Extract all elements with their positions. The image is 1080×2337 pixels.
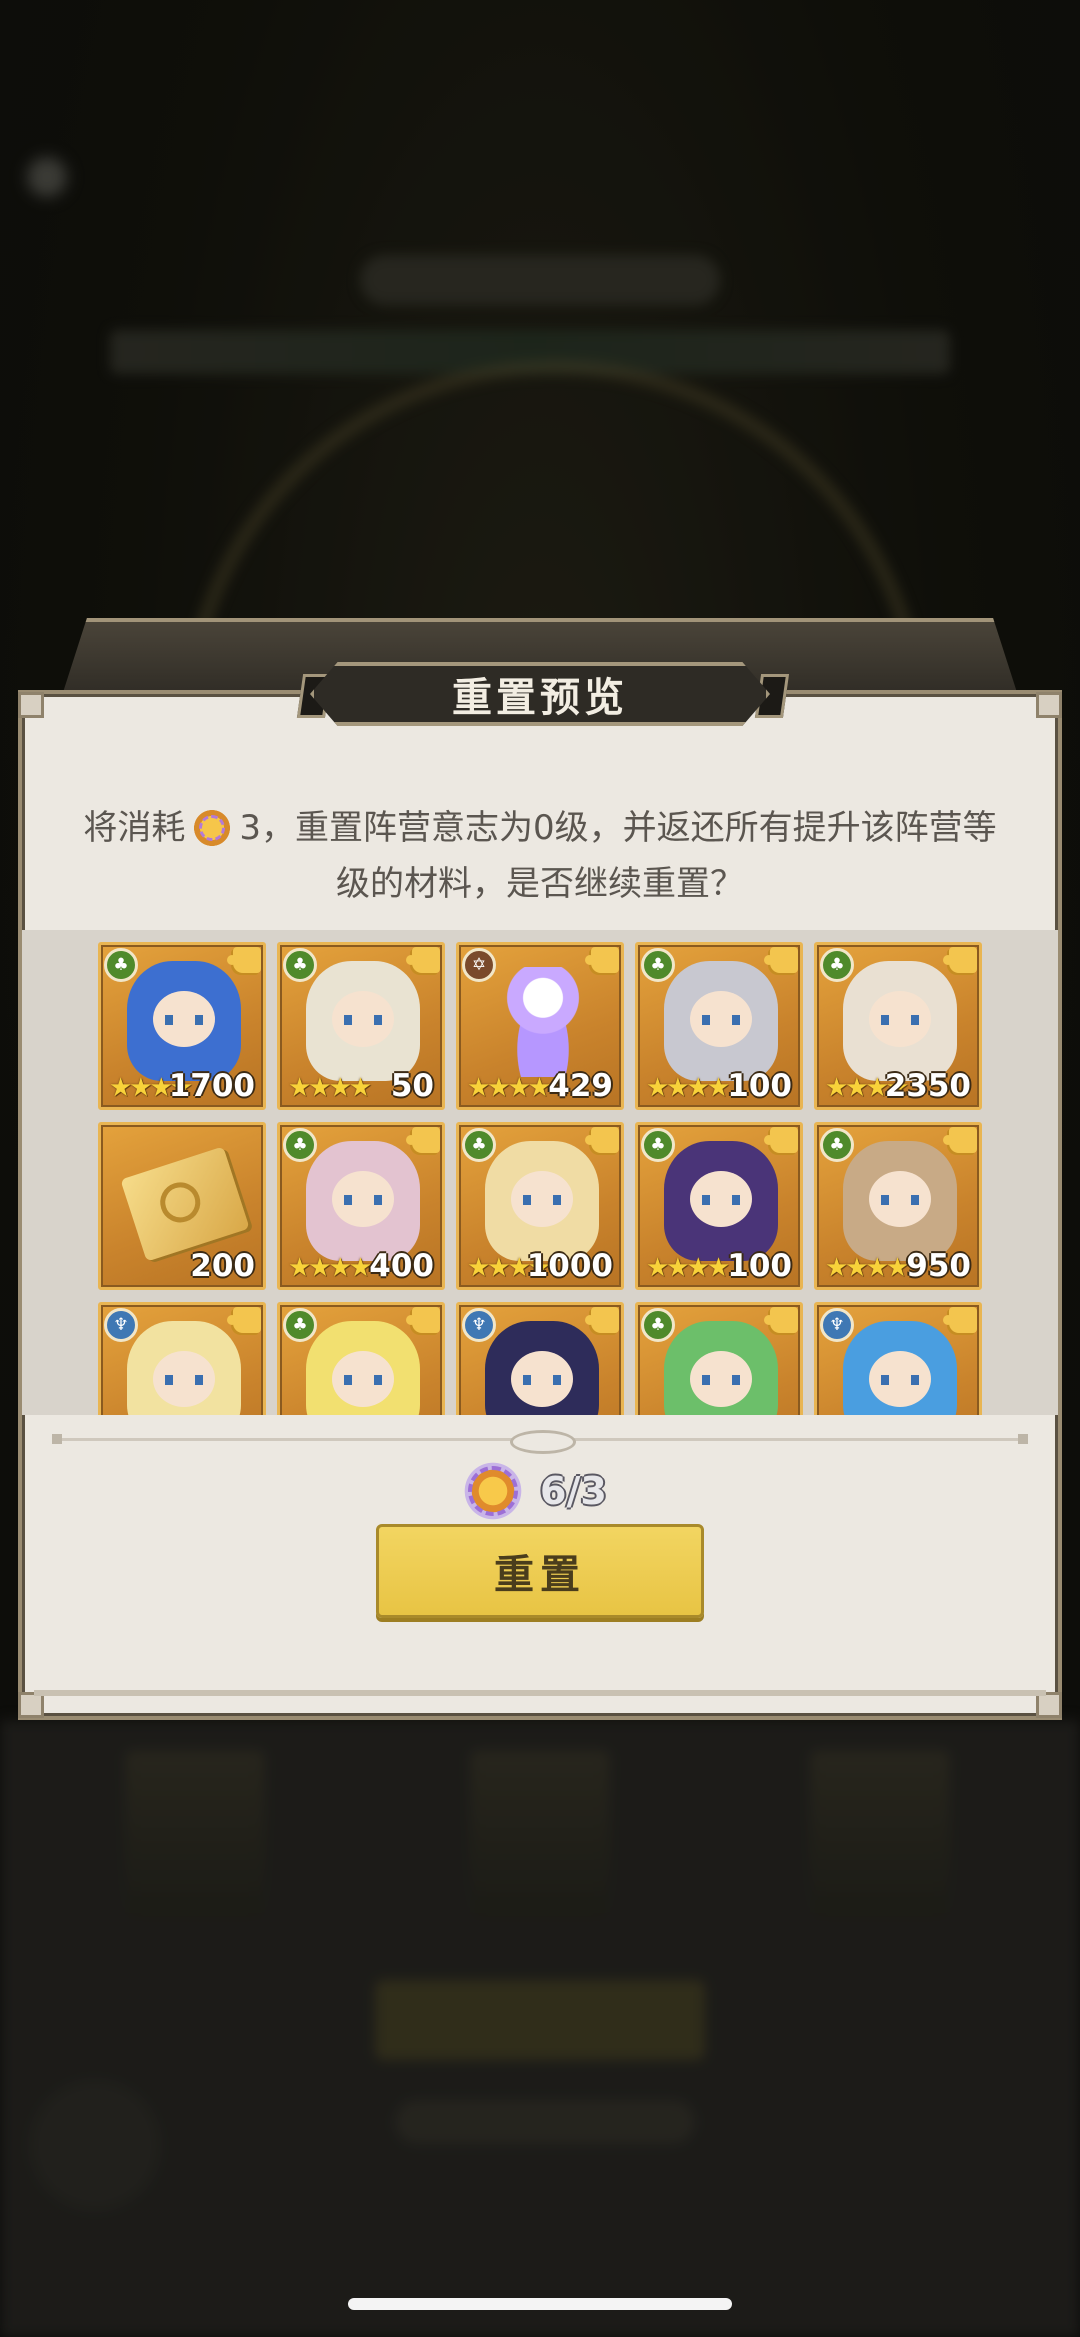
- item-quantity: 100: [727, 1067, 792, 1104]
- divider-ornament: [510, 1430, 576, 1454]
- star-rating: ★★★★: [646, 1073, 730, 1103]
- refund-item[interactable]: ♣ ★★★★ 950: [814, 1122, 982, 1290]
- hero-portrait: [664, 1321, 778, 1415]
- shard-icon: [943, 1127, 977, 1153]
- shard-icon: [406, 1127, 440, 1153]
- star-rating: ★★★★: [288, 1073, 372, 1103]
- dialog-title-plate: 重置预览: [310, 662, 770, 726]
- light-faction-icon: ♆: [462, 1308, 496, 1342]
- faction-will-token-icon: [191, 807, 234, 849]
- refund-item[interactable]: ♆★★★★: [456, 1302, 624, 1415]
- shard-icon: [943, 1307, 977, 1333]
- star-rating: ★★★★: [825, 1253, 909, 1283]
- star-rating: ★★★★: [646, 1253, 730, 1283]
- nature-faction-icon: ♣: [820, 1128, 854, 1162]
- nature-faction-icon: ♣: [283, 948, 317, 982]
- refund-item[interactable]: ♣ ★★★★ 1700: [98, 942, 266, 1110]
- skill-book-icon: [120, 1146, 250, 1262]
- refund-item[interactable]: ♣ ★★★★ 1000: [456, 1122, 624, 1290]
- refund-item[interactable]: ♣ ★★★★ 50: [277, 942, 445, 1110]
- cost-text: 6/3: [540, 1469, 607, 1513]
- dialog-bottom-trim: [34, 1690, 1046, 1696]
- refund-items-grid: ♣ ★★★★ 1700 ♣ ★★★★ 50 ✡ ★★★★ 429 ♣ ★★★★ 100 ♣ ★★★★ 235…: [98, 942, 982, 1415]
- hero-portrait: [843, 961, 957, 1081]
- refund-item[interactable]: ♣★★★★: [635, 1302, 803, 1415]
- dialog-corner: [1036, 692, 1062, 718]
- shard-icon: [227, 1307, 261, 1333]
- message-text: 将消耗: [83, 808, 186, 848]
- item-quantity: 100: [727, 1247, 792, 1284]
- shard-icon: [764, 947, 798, 973]
- item-quantity: 429: [548, 1067, 613, 1104]
- hero-portrait: [843, 1321, 957, 1415]
- reset-button[interactable]: 重置: [376, 1524, 704, 1618]
- shard-icon: [585, 947, 619, 973]
- shard-icon: [585, 1307, 619, 1333]
- nature-faction-icon: ♣: [462, 1128, 496, 1162]
- refund-item[interactable]: ✡ ★★★★ 429: [456, 942, 624, 1110]
- refund-item[interactable]: ♣★★★★: [277, 1302, 445, 1415]
- shard-icon: [406, 947, 440, 973]
- shard-icon: [406, 1307, 440, 1333]
- refund-item[interactable]: 200: [98, 1122, 266, 1290]
- faction-will-token-icon: [462, 1460, 524, 1522]
- shard-icon: [227, 947, 261, 973]
- shard-icon: [943, 947, 977, 973]
- star-rating: ★★★★: [288, 1253, 372, 1283]
- dialog-corner: [18, 692, 44, 718]
- nature-faction-icon: ♣: [820, 948, 854, 982]
- refund-item[interactable]: ♆★★★★: [814, 1302, 982, 1415]
- refund-item[interactable]: ♣ ★★★★ 100: [635, 942, 803, 1110]
- item-quantity: 200: [190, 1247, 255, 1284]
- light-faction-icon: ♆: [820, 1308, 854, 1342]
- reset-message: 将消耗 3，重置阵营意志为0级，并返还所有提升该阵营等级的材料，是否继续重置？: [70, 800, 1010, 912]
- item-quantity: 1000: [526, 1247, 613, 1284]
- nature-faction-icon: ♣: [641, 1308, 675, 1342]
- hero-portrait: [485, 1141, 599, 1261]
- hero-portrait: [306, 1141, 420, 1261]
- nature-faction-icon: ♣: [641, 1128, 675, 1162]
- refund-item[interactable]: ♣ ★★★★ 2350: [814, 942, 982, 1110]
- nature-faction-icon: ♣: [283, 1128, 317, 1162]
- hero-portrait: [306, 961, 420, 1081]
- nature-faction-icon: ♣: [641, 948, 675, 982]
- hero-portrait: [306, 1321, 420, 1415]
- star-faction-icon: ✡: [462, 948, 496, 982]
- cost-display: 6/3: [462, 1460, 607, 1522]
- refund-item[interactable]: ♣ ★★★★ 100: [635, 1122, 803, 1290]
- nature-faction-icon: ♣: [283, 1308, 317, 1342]
- hero-portrait: [843, 1141, 957, 1261]
- light-faction-icon: ♆: [104, 1308, 138, 1342]
- refund-item[interactable]: ♆★★★★: [98, 1302, 266, 1415]
- shard-icon: [764, 1127, 798, 1153]
- home-indicator[interactable]: [348, 2298, 732, 2310]
- soul-icon: [503, 967, 583, 1077]
- item-quantity: 400: [369, 1247, 434, 1284]
- item-quantity: 950: [906, 1247, 971, 1284]
- hero-portrait: [664, 961, 778, 1081]
- refund-items-scroll[interactable]: ♣ ★★★★ 1700 ♣ ★★★★ 50 ✡ ★★★★ 429 ♣ ★★★★ 100 ♣ ★★★★ 235…: [22, 930, 1058, 1415]
- dialog-title: 重置预览: [452, 675, 628, 721]
- refund-item[interactable]: ♣ ★★★★ 400: [277, 1122, 445, 1290]
- message-text: ，重置阵营意志为0级，并返还所有提升该阵营等级的材料，是否继续重置？: [261, 808, 997, 904]
- nature-faction-icon: ♣: [104, 948, 138, 982]
- hero-portrait: [127, 1321, 241, 1415]
- hero-portrait: [485, 1321, 599, 1415]
- message-count: 3: [239, 808, 261, 848]
- shard-icon: [764, 1307, 798, 1333]
- item-quantity: 1700: [168, 1067, 255, 1104]
- shard-icon: [585, 1127, 619, 1153]
- item-quantity: 50: [390, 1067, 434, 1104]
- star-rating: ★★★★: [467, 1073, 551, 1103]
- item-quantity: 2350: [884, 1067, 971, 1104]
- hero-portrait: [127, 961, 241, 1081]
- hero-portrait: [664, 1141, 778, 1261]
